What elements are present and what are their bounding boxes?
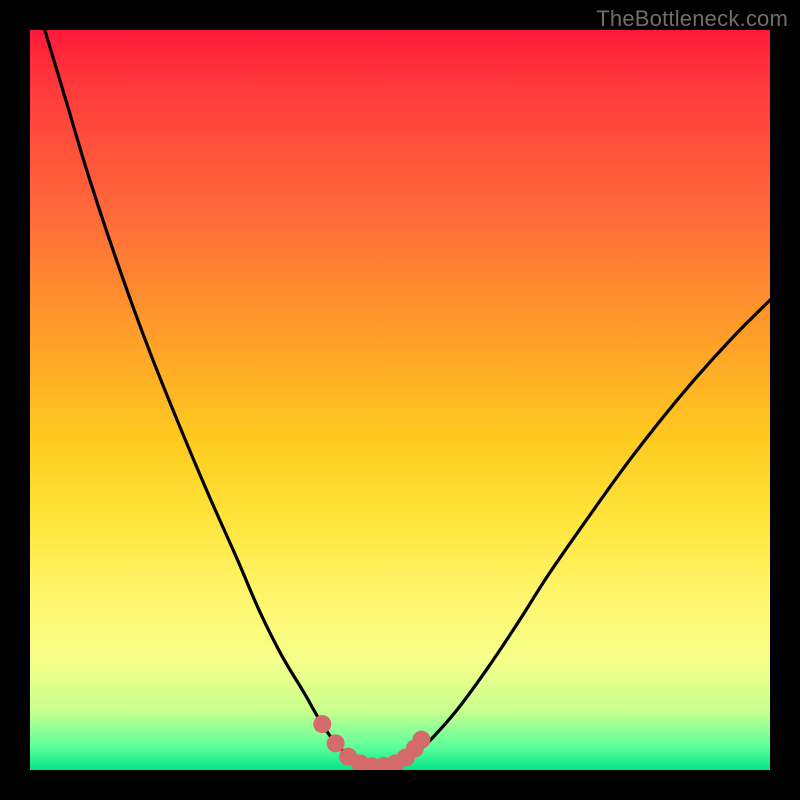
bottleneck-chart	[30, 30, 770, 770]
watermark-text: TheBottleneck.com	[596, 6, 788, 32]
outer-frame: TheBottleneck.com	[0, 0, 800, 800]
optimum-marker	[412, 731, 430, 749]
plot-area	[30, 30, 770, 770]
bottleneck-curve	[30, 30, 770, 766]
optimum-marker	[327, 734, 345, 752]
optimum-marker	[313, 715, 331, 733]
